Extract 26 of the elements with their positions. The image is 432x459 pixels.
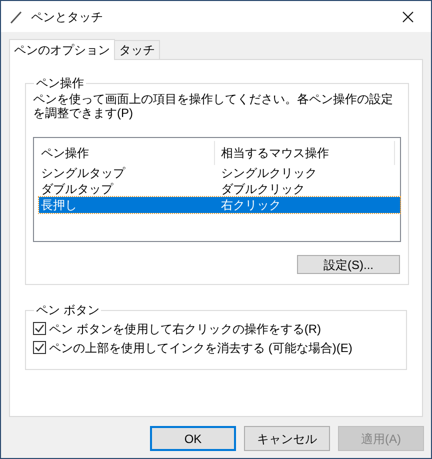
column-header[interactable]: ペン操作: [39, 141, 215, 165]
checkbox-label: ペンの上部を使用してインクを消去する (可能な場合)(E): [49, 340, 352, 356]
dialog-button[interactable]: キャンセル: [244, 426, 330, 451]
description-text: ペンを使って画面上の項目を操作してください。各ペン操作の設定を調整できます(P): [33, 92, 394, 120]
group-title: ペン操作: [35, 75, 85, 92]
list-cell-text: 右クリック: [220, 197, 281, 214]
close-icon: [402, 10, 414, 22]
window-title: ペンとタッチ: [31, 8, 103, 26]
dialog-button[interactable]: OK: [150, 426, 236, 451]
list-cell-text: シングルタップ: [40, 165, 126, 182]
settings-button[interactable]: 設定(S)...: [297, 255, 400, 274]
list-cell-text: ダブルクリック: [220, 181, 305, 198]
list-cell-text: ダブルタップ: [40, 181, 114, 198]
tab[interactable]: ペンのオプション: [9, 39, 115, 60]
tab[interactable]: タッチ: [114, 40, 160, 59]
list-row[interactable]: シングルタップ シングルクリック: [39, 165, 400, 181]
list-row[interactable]: 長押し 右クリック: [39, 197, 400, 213]
column-header[interactable]: 相当するマウス操作: [215, 141, 395, 165]
checkbox[interactable]: [33, 341, 46, 354]
checkbox[interactable]: [33, 322, 46, 335]
list-cell-text: 長押し: [40, 197, 78, 214]
checkbox-label: ペン ボタンを使用して右クリックの操作をする(R): [49, 320, 321, 338]
group-title: ペン ボタン: [35, 302, 100, 319]
list-row[interactable]: ダブルタップ ダブルクリック: [39, 181, 400, 197]
pen-icon: [9, 10, 23, 24]
list-cell-text: シングルクリック: [220, 165, 317, 182]
